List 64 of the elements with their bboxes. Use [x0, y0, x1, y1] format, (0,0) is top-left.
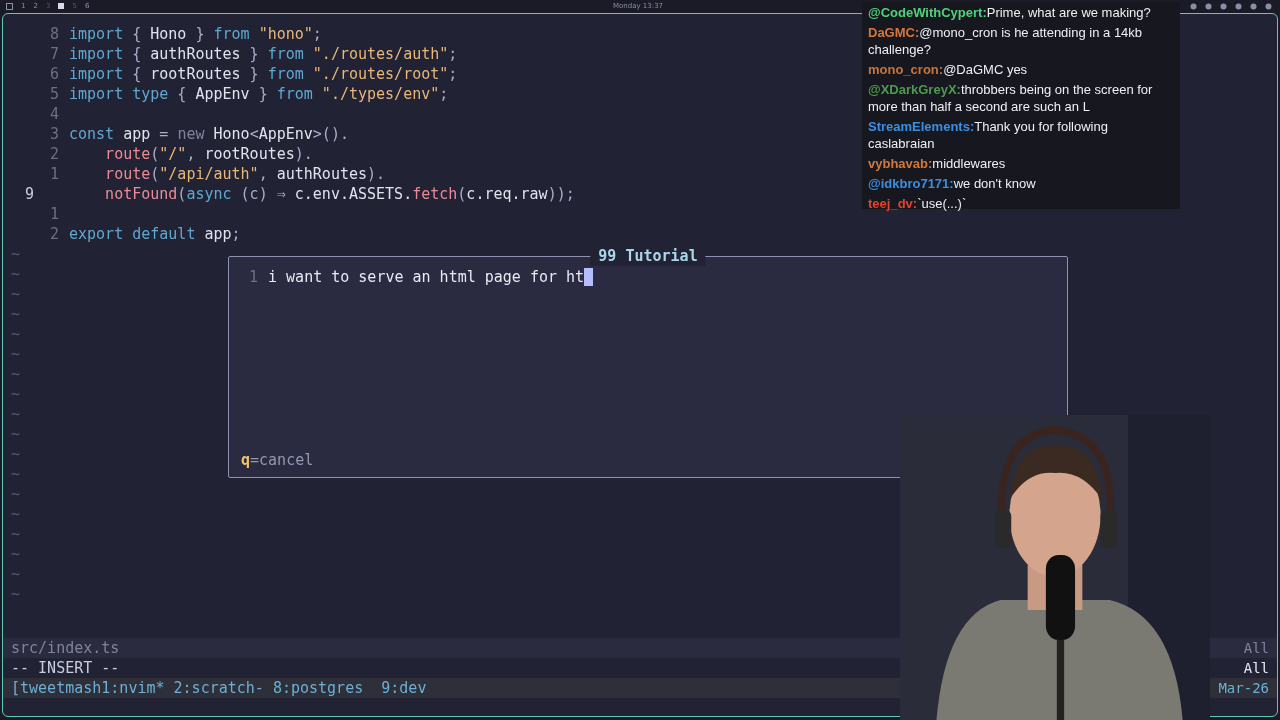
line-number: 2: [48, 144, 60, 164]
file-name: src/index.ts: [11, 638, 120, 658]
empty-line-marker: ~: [11, 344, 21, 364]
line-number: 6: [48, 64, 60, 84]
code-line: import { rootRoutes } from "./routes/root";: [69, 64, 458, 84]
tray-icon[interactable]: [1220, 3, 1227, 10]
code-line: import { Hono } from "hono";: [69, 24, 322, 44]
code-line: import type { AppEnv } from "./types/env";: [69, 84, 449, 104]
scroll-position: All: [1243, 659, 1269, 678]
empty-line-marker: ~: [11, 524, 21, 544]
line-number: 5: [48, 84, 60, 104]
tray-icon[interactable]: [1235, 3, 1242, 10]
line-number: 1: [48, 164, 60, 184]
empty-line-marker: ~: [11, 404, 21, 424]
chat-message: vybhavab:middlewares: [868, 155, 1007, 172]
line-number: 4: [48, 104, 60, 124]
mode-indicator: -- INSERT --: [11, 658, 120, 678]
chat-message: @idkbro7171:we don't know: [868, 175, 1037, 192]
empty-line-marker: ~: [11, 244, 21, 264]
tray-icon[interactable]: [1250, 3, 1257, 10]
line-number: 1: [249, 267, 259, 287]
code-line: route("/api/auth", authRoutes).: [105, 164, 386, 184]
workspace-indicator[interactable]: [58, 3, 65, 9]
line-number: 2: [48, 224, 60, 244]
empty-line-marker: ~: [11, 504, 21, 524]
code-line: route("/", rootRoutes).: [105, 144, 313, 164]
empty-line-marker: ~: [11, 364, 21, 384]
empty-line-marker: ~: [11, 444, 21, 464]
empty-line-marker: ~: [11, 544, 21, 564]
empty-line-marker: ~: [11, 284, 21, 304]
tray-icon[interactable]: [1190, 3, 1197, 10]
code-line: notFound(async (c) ⇒ c.env.ASSETS.fetch(c.req.raw));: [105, 184, 575, 204]
line-number: 3: [48, 124, 60, 144]
code-line: export default app;: [69, 224, 241, 244]
empty-line-marker: ~: [11, 464, 21, 484]
code-line: const app = new Hono<AppEnv>().: [69, 124, 349, 144]
line-number: 8: [48, 24, 60, 44]
empty-line-marker: ~: [11, 564, 21, 584]
text-cursor: [584, 268, 594, 286]
empty-line-marker: ~: [11, 424, 21, 444]
chat-message: @XDarkGreyX:throbbers being on the screen for more than half a second are such an L: [868, 81, 1154, 115]
tray-icon[interactable]: [1265, 3, 1272, 10]
line-number: 1: [48, 204, 60, 224]
tmux-windows: [tweetmash1:nvim* 2:scratch- 8:postgres 9:dev: [11, 678, 427, 698]
line-number: 7: [48, 44, 60, 64]
chat-message: mono_cron:@DaGMC yes: [868, 61, 1029, 78]
prompt-input[interactable]: i want to serve an html page for ht: [268, 267, 585, 287]
chat-message: DaGMC:@mono_cron is he attending in a 14kb challenge?: [868, 24, 1144, 58]
tmux-date: Mar-26: [1218, 679, 1269, 698]
cancel-hint: q=cancel: [241, 451, 314, 469]
empty-line-marker: ~: [11, 324, 21, 344]
chat-message: @CodeWithCypert:Prime, what are we making?: [868, 4, 1152, 21]
empty-line-marker: ~: [11, 304, 21, 324]
dialog-title: 99 Tutorial: [590, 246, 706, 266]
line-number: 9: [24, 184, 36, 204]
empty-line-marker: ~: [11, 484, 21, 504]
code-line: import { authRoutes } from "./routes/auth";: [69, 44, 458, 64]
empty-line-marker: ~: [11, 264, 21, 284]
chat-message: teej_dv:`use(...)`: [868, 195, 968, 212]
layout-icon[interactable]: [6, 2, 13, 10]
empty-line-marker: ~: [11, 584, 21, 604]
tray-icon[interactable]: [1205, 3, 1212, 10]
scroll-position: All: [1243, 639, 1269, 658]
empty-line-marker: ~: [11, 384, 21, 404]
